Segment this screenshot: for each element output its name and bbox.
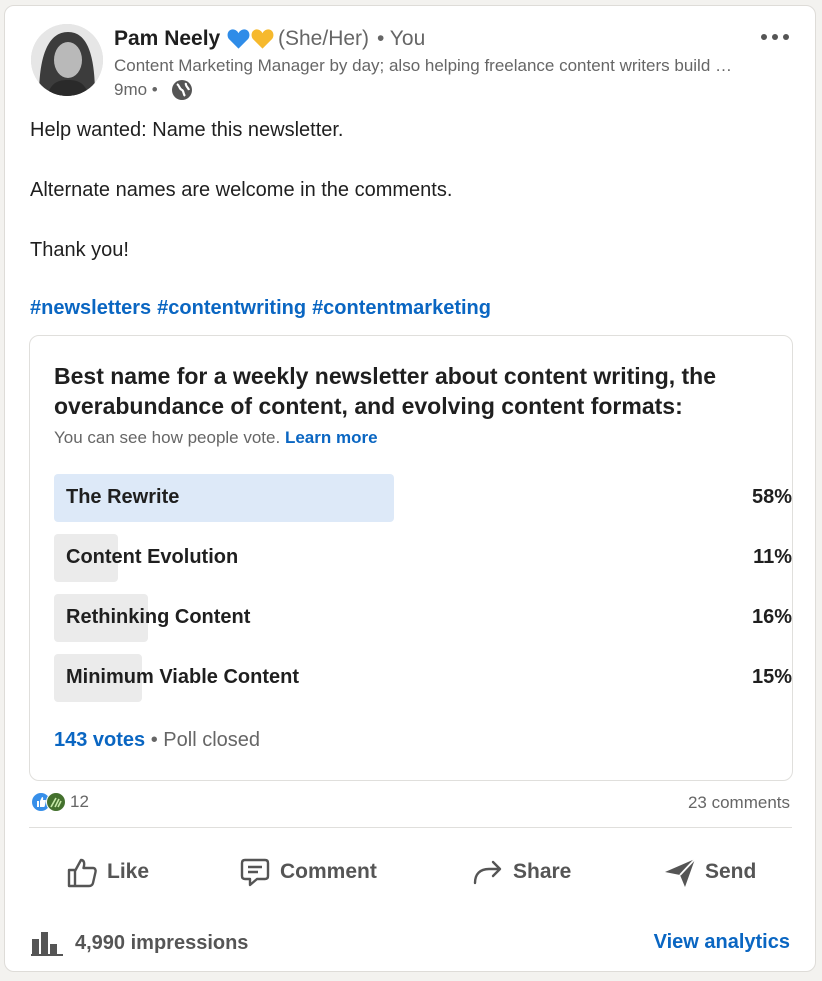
yellow-heart-icon bbox=[251, 29, 274, 49]
learn-more-link[interactable]: Learn more bbox=[285, 428, 378, 447]
comment-label: Comment bbox=[280, 860, 377, 883]
blue-heart-icon bbox=[227, 29, 250, 49]
hashtags: #newsletters #contentwriting #contentmar… bbox=[30, 297, 491, 320]
poll-card: Best name for a weekly newsletter about … bbox=[29, 335, 793, 781]
view-analytics-link[interactable]: View analytics bbox=[654, 931, 790, 954]
author-relation: • You bbox=[377, 27, 426, 50]
comments-count[interactable]: 23 comments bbox=[688, 793, 790, 813]
poll-option-label: The Rewrite bbox=[66, 486, 180, 508]
author-pronouns: (She/Her) bbox=[278, 27, 370, 50]
like-button[interactable]: Like bbox=[65, 854, 149, 890]
poll-option: Minimum Viable Content 15% bbox=[54, 654, 792, 702]
poll-option-percent: 11% bbox=[753, 546, 792, 568]
share-label: Share bbox=[513, 860, 572, 883]
post-time: 9mo • bbox=[114, 80, 158, 99]
impressions-summary: 4,990 impressions bbox=[31, 930, 248, 956]
author-avatar[interactable] bbox=[31, 24, 103, 96]
share-button[interactable]: Share bbox=[471, 854, 571, 890]
poll-note: You can see how people vote. Learn more bbox=[54, 428, 378, 448]
poll-option-label: Minimum Viable Content bbox=[66, 666, 299, 688]
share-arrow-icon bbox=[473, 860, 502, 885]
globe-icon bbox=[171, 79, 193, 106]
comment-icon bbox=[240, 858, 270, 887]
send-paper-plane-icon bbox=[665, 858, 696, 887]
reactions-count: 12 bbox=[70, 792, 89, 811]
poll-option: Content Evolution 11% bbox=[54, 534, 792, 582]
author-headline: Content Marketing Manager by day; also h… bbox=[114, 56, 734, 75]
bar-chart-icon bbox=[31, 932, 63, 956]
more-options-button[interactable] bbox=[755, 22, 795, 52]
send-button[interactable]: Send bbox=[663, 854, 756, 890]
post-text-line: Alternate names are welcome in the comme… bbox=[30, 179, 453, 201]
hashtag-link[interactable]: #contentmarketing bbox=[312, 297, 491, 320]
poll-option-percent: 58% bbox=[751, 486, 792, 508]
support-reaction-icon bbox=[46, 792, 66, 812]
thumbs-up-icon bbox=[67, 858, 97, 888]
poll-option-percent: 16% bbox=[751, 606, 792, 628]
poll-footer: 143 votes • Poll closed bbox=[54, 729, 260, 752]
poll-option: The Rewrite 58% bbox=[54, 474, 792, 522]
divider bbox=[29, 827, 792, 828]
more-dot-icon bbox=[783, 34, 789, 40]
post-card: Pam Neely (She/Her) • You Content Market… bbox=[4, 5, 816, 972]
poll-note-text: You can see how people vote. bbox=[54, 428, 281, 447]
heart-emojis bbox=[227, 28, 274, 50]
poll-option: Rethinking Content 16% bbox=[54, 594, 792, 642]
hashtag-link[interactable]: #newsletters bbox=[30, 297, 151, 320]
comment-button[interactable]: Comment bbox=[238, 854, 377, 890]
poll-option-percent: 15% bbox=[751, 666, 792, 688]
impressions-count: 4,990 impressions bbox=[75, 931, 249, 954]
poll-status: • Poll closed bbox=[150, 729, 261, 751]
author-name[interactable]: Pam Neely bbox=[114, 27, 220, 51]
votes-link[interactable]: 143 votes bbox=[54, 729, 145, 751]
hashtag-link[interactable]: #contentwriting bbox=[157, 297, 306, 320]
poll-option-label: Rethinking Content bbox=[66, 606, 251, 628]
post-text-line: Thank you! bbox=[30, 239, 129, 261]
post-text-line: Help wanted: Name this newsletter. bbox=[30, 119, 344, 141]
poll-question: Best name for a weekly newsletter about … bbox=[54, 363, 717, 419]
send-label: Send bbox=[705, 860, 757, 883]
like-label: Like bbox=[107, 860, 150, 883]
reactions-summary[interactable]: 12 bbox=[31, 792, 89, 812]
poll-option-label: Content Evolution bbox=[66, 546, 239, 568]
more-dot-icon bbox=[761, 34, 767, 40]
more-dot-icon bbox=[772, 34, 778, 40]
